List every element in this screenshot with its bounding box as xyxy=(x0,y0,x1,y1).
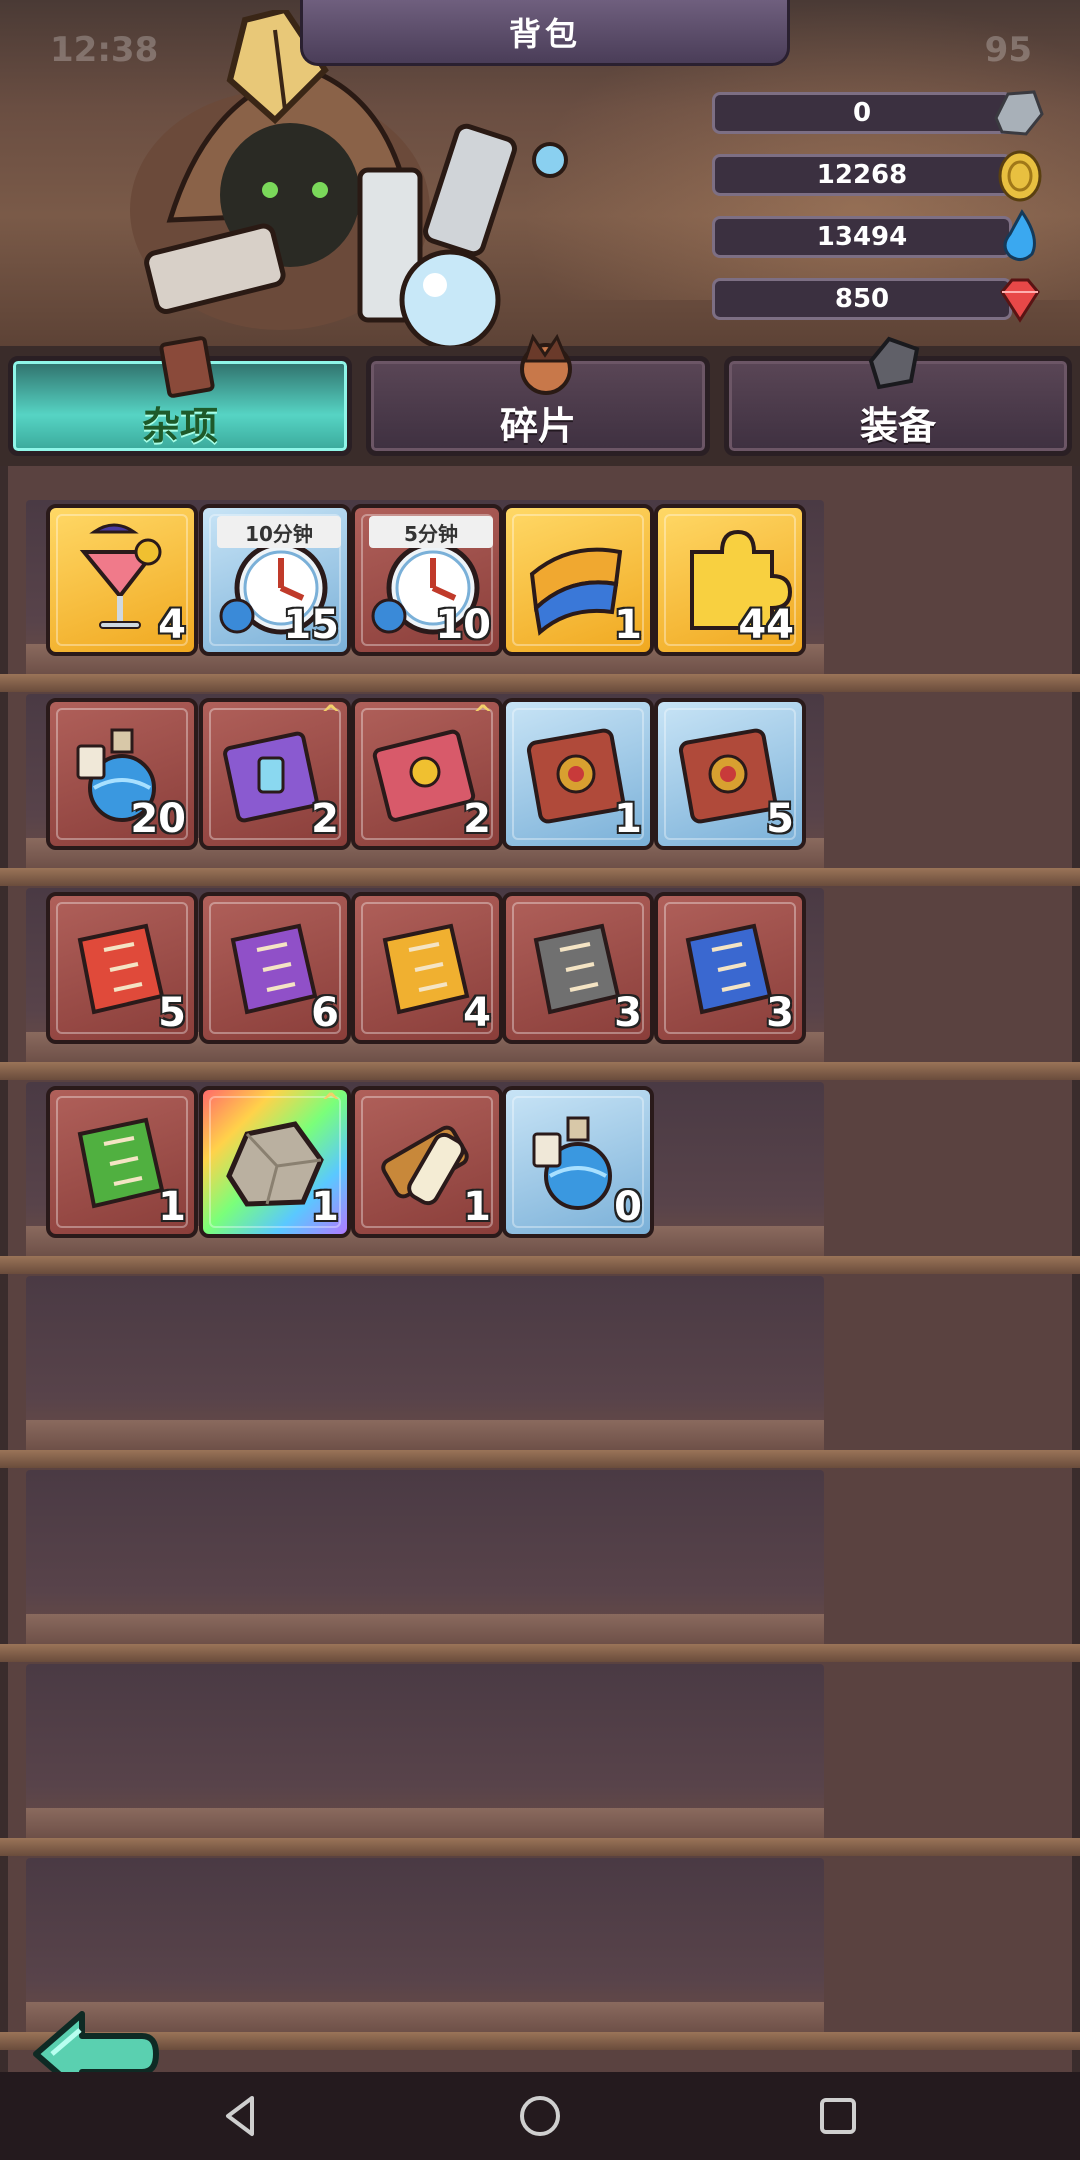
shelf-floor xyxy=(634,1226,824,1256)
item-slot-ticket[interactable]: 1 xyxy=(502,504,654,656)
shelf-cell xyxy=(634,1082,824,1256)
item-slot-red-scroll[interactable]: 5 xyxy=(46,892,198,1044)
shelf-cell xyxy=(634,1276,824,1450)
shelf-plank xyxy=(0,868,1080,886)
item-slot-speedup-10min[interactable]: 10分钟 15 xyxy=(199,504,351,656)
tab-label: 装备 xyxy=(859,403,936,448)
nav-recents-icon[interactable] xyxy=(808,2086,868,2146)
gauntlet-icon xyxy=(868,336,920,390)
item-quantity: 4 xyxy=(158,602,186,648)
upgrade-caret-icon: ^ xyxy=(472,700,493,728)
shelf-plank xyxy=(0,1644,1080,1662)
resource-value: 0 xyxy=(852,98,872,128)
item-quantity: 1 xyxy=(614,796,642,842)
item-slot-green-scroll[interactable]: 1 xyxy=(46,1086,198,1238)
item-quantity: 0 xyxy=(614,1184,642,1230)
resource-value: 12268 xyxy=(816,160,908,190)
page-title: 背包 xyxy=(508,14,581,53)
item-slot-rock[interactable]: ^ 1 xyxy=(199,1086,351,1238)
item-slot-red-ornate-book[interactable]: 1 xyxy=(502,698,654,850)
item-quantity: 5 xyxy=(158,990,186,1036)
shelf-plank xyxy=(0,674,1080,692)
shelf-cell xyxy=(634,1858,824,2032)
item-quantity: 3 xyxy=(766,990,794,1036)
item-slot-speedup-5min[interactable]: 5分钟 10 xyxy=(351,504,503,656)
item-slot-cocktail[interactable]: 4 xyxy=(46,504,198,656)
page-title-plate: 背包 xyxy=(300,0,790,66)
upgrade-caret-icon: ^ xyxy=(320,700,341,728)
item-slot-red-gear-book[interactable]: ^ 2 xyxy=(351,698,503,850)
item-quantity: 1 xyxy=(311,1184,339,1230)
resource-bar-gem: 850 xyxy=(712,278,1012,320)
nav-home-icon[interactable] xyxy=(510,2086,570,2146)
upgrade-caret-icon: ^ xyxy=(320,1088,341,1116)
item-slot-purple-potion-book[interactable]: ^ 2 xyxy=(199,698,351,850)
tab-fragments[interactable]: 碎片 xyxy=(366,333,710,456)
system-navigation-bar xyxy=(0,2072,1080,2160)
timer-label: 10分钟 xyxy=(217,516,341,548)
resource-bar-water: 13494 xyxy=(712,216,1012,258)
shelf-floor xyxy=(634,1614,824,1644)
status-time: 12:38 xyxy=(50,30,159,70)
item-quantity: 1 xyxy=(614,602,642,648)
item-quantity: 15 xyxy=(283,602,339,648)
shelf-plank xyxy=(0,1062,1080,1080)
water-drop-icon xyxy=(992,208,1048,264)
category-tabs: 杂项 碎片 装备 xyxy=(0,333,1080,466)
tab-equipment[interactable]: 装备 xyxy=(724,336,1072,456)
item-slot-gray-scroll[interactable]: 3 xyxy=(502,892,654,1044)
gold-coin-icon xyxy=(992,148,1048,204)
resource-bar-gold: 12268 xyxy=(712,154,1012,196)
item-quantity: 10 xyxy=(435,602,491,648)
shelf-floor xyxy=(634,1808,824,1838)
item-slot-yellow-scroll[interactable]: 4 xyxy=(351,892,503,1044)
nav-back-icon[interactable] xyxy=(212,2086,272,2146)
tab-label: 杂项 xyxy=(141,403,218,448)
book-icon xyxy=(159,336,215,398)
shelf-plank xyxy=(0,1450,1080,1468)
item-quantity: 2 xyxy=(311,796,339,842)
item-quantity: 3 xyxy=(614,990,642,1036)
item-slot-blue-scroll[interactable]: 3 xyxy=(654,892,806,1044)
hero-portrait-icon xyxy=(520,333,572,395)
item-slot-brush-bottle[interactable]: 1 xyxy=(351,1086,503,1238)
item-quantity: 6 xyxy=(311,990,339,1036)
tab-label: 碎片 xyxy=(499,403,576,448)
red-gem-icon xyxy=(992,272,1048,328)
resource-value: 13494 xyxy=(816,222,908,252)
item-quantity: 5 xyxy=(766,796,794,842)
item-slot-blue-potion[interactable]: 20 xyxy=(46,698,198,850)
resource-bar-stone: 0 xyxy=(712,92,1012,134)
stone-icon xyxy=(990,84,1046,140)
item-slot-puzzle-piece[interactable]: 44 xyxy=(654,504,806,656)
resource-value: 850 xyxy=(834,284,890,314)
shelf-floor xyxy=(634,2002,824,2032)
item-quantity: 1 xyxy=(158,1184,186,1230)
item-quantity: 1 xyxy=(463,1184,491,1230)
tab-misc[interactable]: 杂项 xyxy=(8,336,352,456)
shelf-floor xyxy=(634,1420,824,1450)
item-quantity: 20 xyxy=(130,796,186,842)
shelf-plank xyxy=(0,1256,1080,1274)
item-slot-blue-potion-empty[interactable]: 0 xyxy=(502,1086,654,1238)
item-slot-purple-scroll[interactable]: 6 xyxy=(199,892,351,1044)
item-quantity: 44 xyxy=(738,602,794,648)
backpack-screen: 12:38 95 背包 0 12268 13494 850 杂项 碎片 装备 4… xyxy=(0,0,1080,2160)
item-quantity: 4 xyxy=(463,990,491,1036)
shelf-cell xyxy=(634,1664,824,1838)
shelf-cell xyxy=(634,1470,824,1644)
item-slot-green-ornate-book[interactable]: 5 xyxy=(654,698,806,850)
shelf-plank xyxy=(0,1838,1080,1856)
timer-label: 5分钟 xyxy=(369,516,493,548)
item-quantity: 2 xyxy=(463,796,491,842)
battery-level: 95 xyxy=(984,30,1032,70)
